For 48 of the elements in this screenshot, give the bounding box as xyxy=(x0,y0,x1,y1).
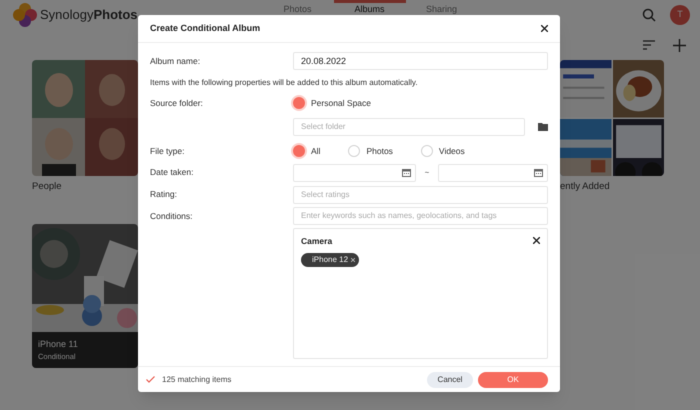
range-separator: ~ xyxy=(424,166,430,178)
radio-button[interactable] xyxy=(420,145,433,158)
close-icon[interactable] xyxy=(533,237,540,244)
close-icon[interactable] xyxy=(541,25,548,32)
add-icon[interactable] xyxy=(673,38,686,52)
rating-field[interactable]: Select ratings xyxy=(293,186,548,204)
field-label: Rating: xyxy=(150,188,178,201)
nav-tab[interactable]: Sharing xyxy=(406,0,478,14)
radio-button[interactable] xyxy=(293,97,305,110)
field-label: Album name: xyxy=(150,54,202,68)
tag-label: iPhone 12 xyxy=(312,254,348,266)
remove-icon[interactable] xyxy=(351,258,356,262)
radio-button[interactable] xyxy=(348,145,360,158)
search-icon[interactable] xyxy=(642,8,656,22)
tag-chip[interactable]: iPhone 12 xyxy=(301,253,360,268)
date-field[interactable] xyxy=(293,164,416,182)
field-label: Date taken: xyxy=(150,166,194,179)
description-text: Items with the following properties will be added to this album automatically. xyxy=(150,77,419,89)
condition-group-title: Camera xyxy=(301,234,332,248)
avatar[interactable]: T xyxy=(670,5,690,25)
check-icon xyxy=(146,376,155,383)
nav-tab[interactable]: Photos xyxy=(262,0,334,14)
calendar-icon xyxy=(534,168,543,176)
field-label: Conditions: xyxy=(150,210,194,222)
radio-label: All xyxy=(311,144,320,158)
field-label: Source folder: xyxy=(150,97,204,110)
brand-name: Photos xyxy=(93,6,138,24)
field-label: File type: xyxy=(150,144,186,158)
dialog-title: Create Conditional Album xyxy=(150,22,260,35)
radio-button[interactable] xyxy=(293,145,305,158)
ok-button[interactable]: OK xyxy=(478,372,548,388)
album-name-field[interactable]: 20.08.2022 xyxy=(293,52,548,70)
conditions-field[interactable]: Enter keywords such as names, geolocations, and tags xyxy=(293,206,548,224)
match-count: 125 matching items xyxy=(162,374,232,386)
album-title: ently Added xyxy=(560,180,611,194)
radio-label: Photos xyxy=(366,144,393,158)
radio-label: Videos xyxy=(438,144,465,158)
sort-icon[interactable] xyxy=(643,40,655,50)
logo-icon xyxy=(12,2,38,28)
brand-name: Synology xyxy=(40,6,94,24)
radio-label: Personal Space xyxy=(311,97,372,110)
calendar-icon xyxy=(402,168,411,176)
date-field[interactable] xyxy=(438,164,548,182)
folder-icon[interactable] xyxy=(538,122,548,131)
folder-field[interactable]: Select folder xyxy=(293,118,525,136)
cancel-button[interactable]: Cancel xyxy=(427,372,473,388)
album-title: People xyxy=(32,180,63,194)
album-title: iPhone 11 xyxy=(38,338,78,350)
